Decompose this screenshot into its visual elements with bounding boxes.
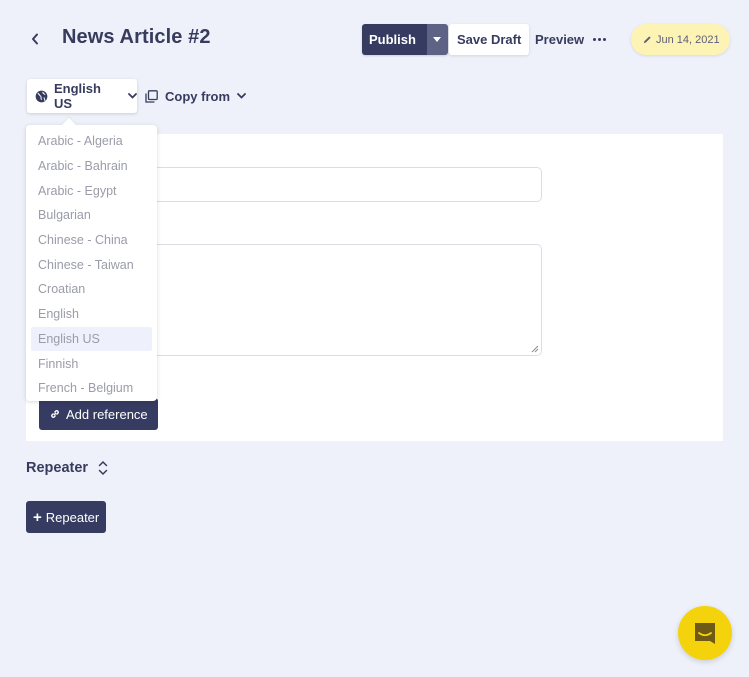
language-selector[interactable]: English US xyxy=(27,79,137,113)
plus-icon: + xyxy=(33,508,42,526)
language-option[interactable]: Finnish xyxy=(31,351,152,376)
pencil-icon xyxy=(643,36,651,44)
chat-smile-icon xyxy=(695,623,715,644)
language-option[interactable]: Bulgarian xyxy=(31,203,152,228)
chevron-down-icon xyxy=(237,93,246,99)
language-dropdown: Arabic - Algeria Arabic - Bahrain Arabic… xyxy=(26,125,157,401)
date-text: Jun 14, 2021 xyxy=(656,33,720,46)
add-reference-button[interactable]: Add reference xyxy=(39,398,158,430)
language-selected-label: English US xyxy=(54,81,101,111)
language-option[interactable]: Arabic - Algeria xyxy=(31,129,152,154)
language-option-selected[interactable]: English US xyxy=(31,326,152,352)
preview-button[interactable]: Preview xyxy=(535,24,584,55)
language-option[interactable]: Chinese - China xyxy=(31,228,152,253)
resize-handle-icon[interactable] xyxy=(531,345,539,353)
publish-options-button[interactable] xyxy=(426,24,448,55)
repeater-title: Repeater xyxy=(26,460,89,476)
language-option[interactable]: Arabic - Bahrain xyxy=(31,154,152,179)
language-option[interactable]: Arabic - Egypt xyxy=(31,178,152,203)
chevron-left-icon xyxy=(32,33,38,45)
date-badge: Jun 14, 2021 xyxy=(631,24,730,55)
copy-from-label: Copy from xyxy=(165,88,230,104)
page-title: News Article #2 xyxy=(62,26,211,48)
copy-icon xyxy=(145,89,158,103)
add-repeater-label: Repeater xyxy=(45,509,100,525)
back-button[interactable] xyxy=(27,30,43,48)
caret-down-icon xyxy=(433,37,442,42)
body-textarea[interactable] xyxy=(146,244,542,356)
copy-from-button[interactable]: Copy from xyxy=(145,79,246,113)
language-option[interactable]: English xyxy=(31,302,152,327)
add-repeater-button[interactable]: + Repeater xyxy=(26,501,107,533)
title-input[interactable] xyxy=(146,167,542,202)
ellipsis-icon xyxy=(593,37,597,42)
sort-toggle-icon[interactable] xyxy=(98,460,108,476)
globe-icon xyxy=(35,90,48,103)
save-draft-button[interactable]: Save Draft xyxy=(449,24,530,55)
language-option[interactable]: Chinese - Taiwan xyxy=(31,252,152,277)
add-reference-label: Add reference xyxy=(66,406,148,422)
language-option[interactable]: Croatian xyxy=(31,277,152,302)
more-options-button[interactable] xyxy=(593,24,608,55)
language-option[interactable]: French - Belgium xyxy=(31,376,152,401)
chevron-down-icon xyxy=(128,93,137,99)
link-icon xyxy=(51,410,59,418)
publish-button-group: Publish xyxy=(362,24,448,55)
repeater-section-header: Repeater xyxy=(26,460,108,476)
chat-launcher-button[interactable] xyxy=(678,606,732,660)
publish-button[interactable]: Publish xyxy=(362,24,427,55)
